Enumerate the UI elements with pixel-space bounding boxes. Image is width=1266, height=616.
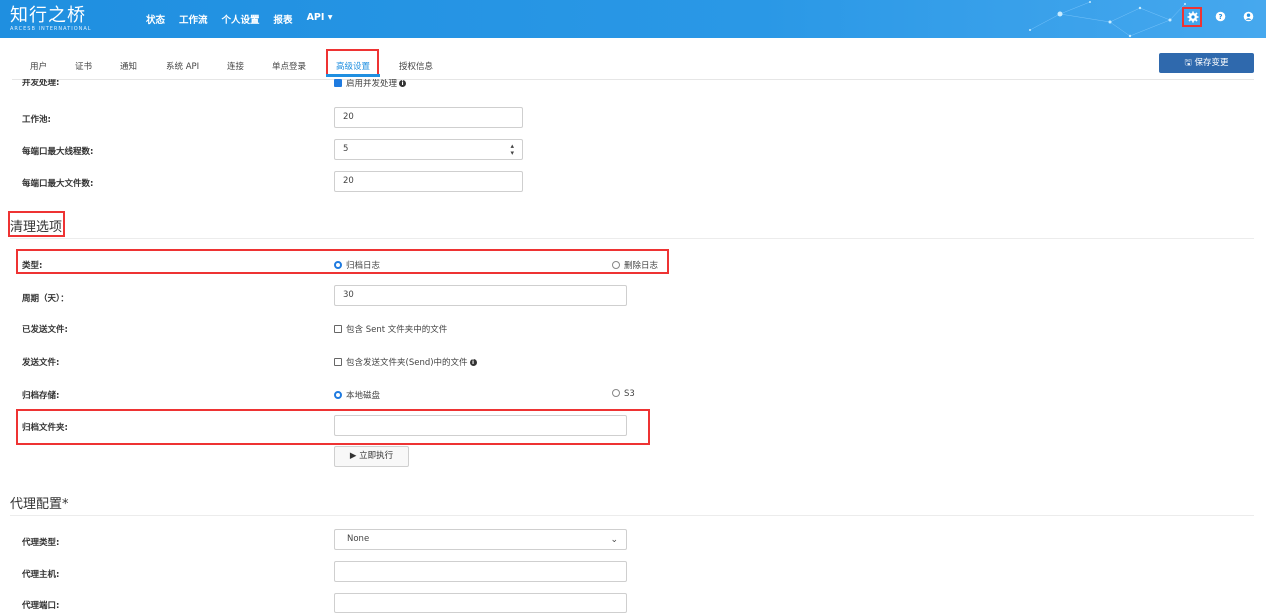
proxy-section-title: 代理配置*	[10, 497, 69, 512]
nav-reports[interactable]: 报表	[274, 12, 293, 26]
sent-files-option[interactable]: 包含 Sent 文件夹中的文件	[334, 323, 447, 335]
type-row-highlight	[16, 249, 669, 274]
active-tab-indicator	[326, 74, 380, 77]
send-files-option-label: 包含发送文件夹(Send)中的文件	[346, 358, 468, 368]
tabs-divider	[12, 79, 1254, 80]
send-files-label: 发送文件:	[22, 358, 60, 368]
nav-status[interactable]: 状态	[146, 12, 165, 26]
brand-name: 知行之桥	[10, 5, 86, 26]
max-threads-stepper[interactable]: 5 ▴ ▾	[334, 139, 523, 160]
tab-notifications[interactable]: 通知	[120, 60, 137, 72]
nav-workflow[interactable]: 工作流	[179, 12, 208, 26]
send-files-option[interactable]: 包含发送文件夹(Send)中的文件 i	[334, 356, 477, 368]
sent-files-label: 已发送文件:	[22, 325, 68, 335]
tab-users[interactable]: 用户	[30, 60, 47, 72]
concurrency-checkbox[interactable]	[334, 79, 342, 87]
proxy-port-input[interactable]	[334, 593, 627, 613]
tab-connections[interactable]: 连接	[227, 60, 244, 72]
archive-folder-highlight	[16, 409, 650, 445]
info-icon: i	[469, 359, 477, 366]
worker-pool-input[interactable]: 20	[334, 107, 523, 128]
cleanup-title-highlight	[8, 211, 65, 237]
brand-tagline: ARCESB INTERNATIONAL	[10, 26, 92, 32]
archive-storage-label: 归档存储:	[22, 391, 60, 401]
proxy-port-label: 代理端口:	[22, 601, 60, 611]
storage-local-option[interactable]: 本地磁盘	[334, 389, 380, 401]
concurrency-label: 并发处理:	[22, 79, 60, 88]
save-changes-button[interactable]: 🖫 保存变更	[1159, 53, 1254, 73]
tab-certificates[interactable]: 证书	[75, 60, 92, 72]
local-disk-radio[interactable]	[334, 391, 342, 399]
tab-sso[interactable]: 单点登录	[272, 60, 306, 72]
send-files-checkbox[interactable]	[334, 358, 342, 366]
period-input[interactable]: 30	[334, 285, 627, 306]
local-disk-label: 本地磁盘	[346, 391, 381, 401]
max-files-label: 每端口最大文件数:	[22, 179, 94, 189]
s3-radio[interactable]	[612, 389, 620, 397]
chevron-down-icon: ⌄	[610, 535, 618, 545]
proxy-type-value: None	[347, 534, 370, 544]
sent-files-checkbox[interactable]	[334, 325, 342, 333]
period-label: 周期（天）：	[22, 294, 69, 304]
tab-license[interactable]: 授权信息	[399, 60, 433, 72]
proxy-type-select[interactable]: None ⌄	[334, 529, 627, 550]
proxy-host-label: 代理主机:	[22, 570, 60, 580]
top-navbar: 知行之桥 ARCESB INTERNATIONAL 状态 工作流 个人设置 报表…	[0, 0, 1266, 38]
section-divider	[10, 238, 1254, 239]
tab-system-api[interactable]: 系统 API	[166, 60, 199, 72]
advanced-tab-highlight	[326, 49, 379, 76]
gear-highlight-box	[1182, 7, 1202, 27]
user-icon[interactable]	[1241, 11, 1255, 25]
worker-pool-label: 工作池:	[22, 115, 51, 125]
nav-personal-settings[interactable]: 个人设置	[222, 12, 260, 26]
concurrency-option[interactable]: 启用并发处理 i	[334, 79, 407, 88]
max-threads-label: 每端口最大线程数:	[22, 147, 94, 157]
run-now-button[interactable]: ▶ 立即执行	[334, 446, 409, 467]
proxy-type-label: 代理类型:	[22, 538, 60, 548]
brand-logo[interactable]: 知行之桥 ARCESB INTERNATIONAL	[10, 5, 92, 33]
max-files-input[interactable]: 20	[334, 171, 523, 192]
proxy-host-input[interactable]	[334, 561, 627, 582]
s3-label: S3	[624, 389, 635, 399]
storage-s3-option[interactable]: S3	[612, 389, 635, 399]
svg-text:?: ?	[1218, 13, 1222, 21]
main-nav: 状态 工作流 个人设置 报表 API ▾	[146, 12, 347, 26]
nav-api[interactable]: API ▾	[307, 12, 333, 26]
help-icon[interactable]: ?	[1213, 11, 1227, 25]
stepper-arrows-icon[interactable]: ▴ ▾	[510, 143, 514, 157]
info-icon: i	[399, 80, 407, 87]
section-divider	[10, 515, 1254, 516]
network-decoration	[1029, 1, 1186, 38]
concurrency-option-label: 启用并发处理	[346, 79, 398, 88]
max-threads-value: 5	[343, 144, 349, 154]
sent-files-option-label: 包含 Sent 文件夹中的文件	[346, 325, 448, 335]
